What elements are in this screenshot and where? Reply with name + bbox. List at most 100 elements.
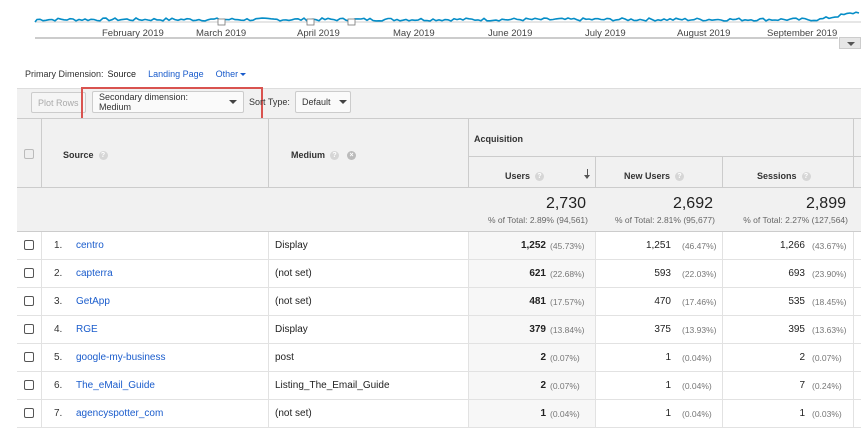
help-icon[interactable]: ? xyxy=(801,172,811,182)
users-value: 481 xyxy=(529,296,546,307)
table-row: 5. google-my-business post 2 (0.07%) 1 (0.04%)… xyxy=(17,344,861,372)
sessions-percent: (23.90%) xyxy=(812,269,847,279)
row-checkbox[interactable] xyxy=(24,324,34,334)
users-percent: (17.57%) xyxy=(550,297,585,307)
primary-dimension-landing-page[interactable]: Landing Page xyxy=(148,69,204,79)
new-users-percent: (0.04%) xyxy=(682,353,712,363)
medium-value: Display xyxy=(275,324,308,335)
medium-value: (not set) xyxy=(275,408,312,419)
annotation-marker-icon xyxy=(347,18,356,26)
new-users-percent: (13.93%) xyxy=(682,325,717,335)
source-link[interactable]: google-my-business xyxy=(76,352,166,363)
source-link[interactable]: GetApp xyxy=(76,296,110,307)
chevron-down-icon[interactable] xyxy=(839,37,861,49)
sessions-value: 1,266 xyxy=(779,240,805,251)
source-link[interactable]: centro xyxy=(76,240,104,251)
sort-type-select[interactable]: Default xyxy=(295,91,351,113)
sessions-percent: (13.63%) xyxy=(812,325,847,335)
column-divider xyxy=(595,344,596,372)
total-sessions: 2,899 xyxy=(805,195,846,212)
sort-descending-icon[interactable] xyxy=(584,169,590,179)
column-header-sessions[interactable]: Sessions? xyxy=(757,171,811,182)
source-link[interactable]: The_eMail_Guide xyxy=(76,380,155,391)
column-divider xyxy=(468,344,469,372)
sessions-percent: (0.07%) xyxy=(812,353,842,363)
source-link[interactable]: RGE xyxy=(76,324,98,335)
help-icon[interactable]: ? xyxy=(330,151,340,161)
users-percent: (22.68%) xyxy=(550,269,585,279)
medium-value: (not set) xyxy=(275,296,312,307)
column-divider xyxy=(468,118,469,188)
column-divider xyxy=(41,260,42,288)
column-divider xyxy=(268,400,269,428)
users-value: 2 xyxy=(540,352,546,363)
row-checkbox[interactable] xyxy=(24,240,34,250)
source-link[interactable]: capterra xyxy=(76,268,113,279)
row-checkbox[interactable] xyxy=(24,352,34,362)
row-checkbox[interactable] xyxy=(24,408,34,418)
totals-row: 2,730 % of Total: 2.89% (94,561) 2,692 %… xyxy=(17,188,861,232)
column-divider xyxy=(41,316,42,344)
column-divider xyxy=(595,316,596,344)
column-divider xyxy=(722,344,723,372)
sort-type-value: Default xyxy=(302,97,331,107)
sessions-percent: (0.24%) xyxy=(812,381,842,391)
column-header-medium[interactable]: Medium? × xyxy=(291,150,357,161)
column-divider xyxy=(722,372,723,400)
column-divider xyxy=(595,400,596,428)
sort-type-label: Sort Type: xyxy=(249,97,290,107)
row-checkbox[interactable] xyxy=(24,296,34,306)
new-users-value: 1 xyxy=(665,380,671,391)
sessions-percent: (18.45%) xyxy=(812,297,847,307)
new-users-value: 1,251 xyxy=(645,240,671,251)
timeline-chart[interactable]: February 2019 March 2019 April 2019 May … xyxy=(0,0,861,60)
column-header-source[interactable]: Source? xyxy=(63,150,108,161)
row-checkbox[interactable] xyxy=(24,268,34,278)
new-users-value: 375 xyxy=(654,324,671,335)
new-users-percent: (22.03%) xyxy=(682,269,717,279)
help-icon[interactable]: ? xyxy=(98,151,108,161)
table-row: 6. The_eMail_Guide Listing_The_Email_Guide… xyxy=(17,372,861,400)
primary-dimension-bar: Primary Dimension: Source Landing Page O… xyxy=(25,69,247,79)
column-divider xyxy=(468,372,469,400)
row-checkbox[interactable] xyxy=(24,380,34,390)
column-divider xyxy=(595,260,596,288)
group-header-acquisition: Acquisition xyxy=(474,134,523,144)
primary-dimension-other[interactable]: Other xyxy=(216,69,247,79)
highlight-box xyxy=(81,87,263,121)
new-users-percent: (0.04%) xyxy=(682,409,712,419)
row-index: 3. xyxy=(54,296,63,307)
help-icon[interactable]: ? xyxy=(535,172,545,182)
row-index: 2. xyxy=(54,268,63,279)
table-row: 7. agencyspotter_com (not set) 1 (0.04%) 1 (0.… xyxy=(17,400,861,428)
users-value: 2 xyxy=(540,380,546,391)
help-icon[interactable]: ? xyxy=(675,172,685,182)
total-new-users: 2,692 xyxy=(672,195,713,212)
users-percent: (0.07%) xyxy=(550,381,580,391)
remove-dimension-icon[interactable]: × xyxy=(347,151,357,161)
select-all-checkbox[interactable] xyxy=(24,149,34,159)
column-divider xyxy=(853,372,854,400)
table-row: 4. RGE Display 379 (13.84%) 375 (13.93%) 395 (13… xyxy=(17,316,861,344)
column-divider xyxy=(268,372,269,400)
new-users-value: 470 xyxy=(654,296,671,307)
column-divider xyxy=(468,288,469,316)
plot-rows-button[interactable]: Plot Rows xyxy=(31,92,86,113)
users-value: 379 xyxy=(529,324,546,335)
annotation-marker-icon xyxy=(306,18,315,26)
column-divider xyxy=(853,316,854,344)
month-label: August 2019 xyxy=(677,28,731,39)
column-divider xyxy=(853,288,854,316)
row-divider xyxy=(468,156,861,157)
column-header-users[interactable]: Users? xyxy=(505,171,545,182)
month-label: March 2019 xyxy=(196,28,247,39)
column-divider xyxy=(595,372,596,400)
sessions-value: 7 xyxy=(799,380,805,391)
users-percent: (0.04%) xyxy=(550,409,580,419)
source-link[interactable]: agencyspotter_com xyxy=(76,408,163,419)
medium-value: Listing_The_Email_Guide xyxy=(275,380,390,391)
new-users-percent: (17.46%) xyxy=(682,297,717,307)
column-header-new-users[interactable]: New Users? xyxy=(624,171,685,182)
row-index: 1. xyxy=(54,240,63,251)
total-new-users-sub: % of Total: 2.81% (95,677) xyxy=(614,215,715,225)
